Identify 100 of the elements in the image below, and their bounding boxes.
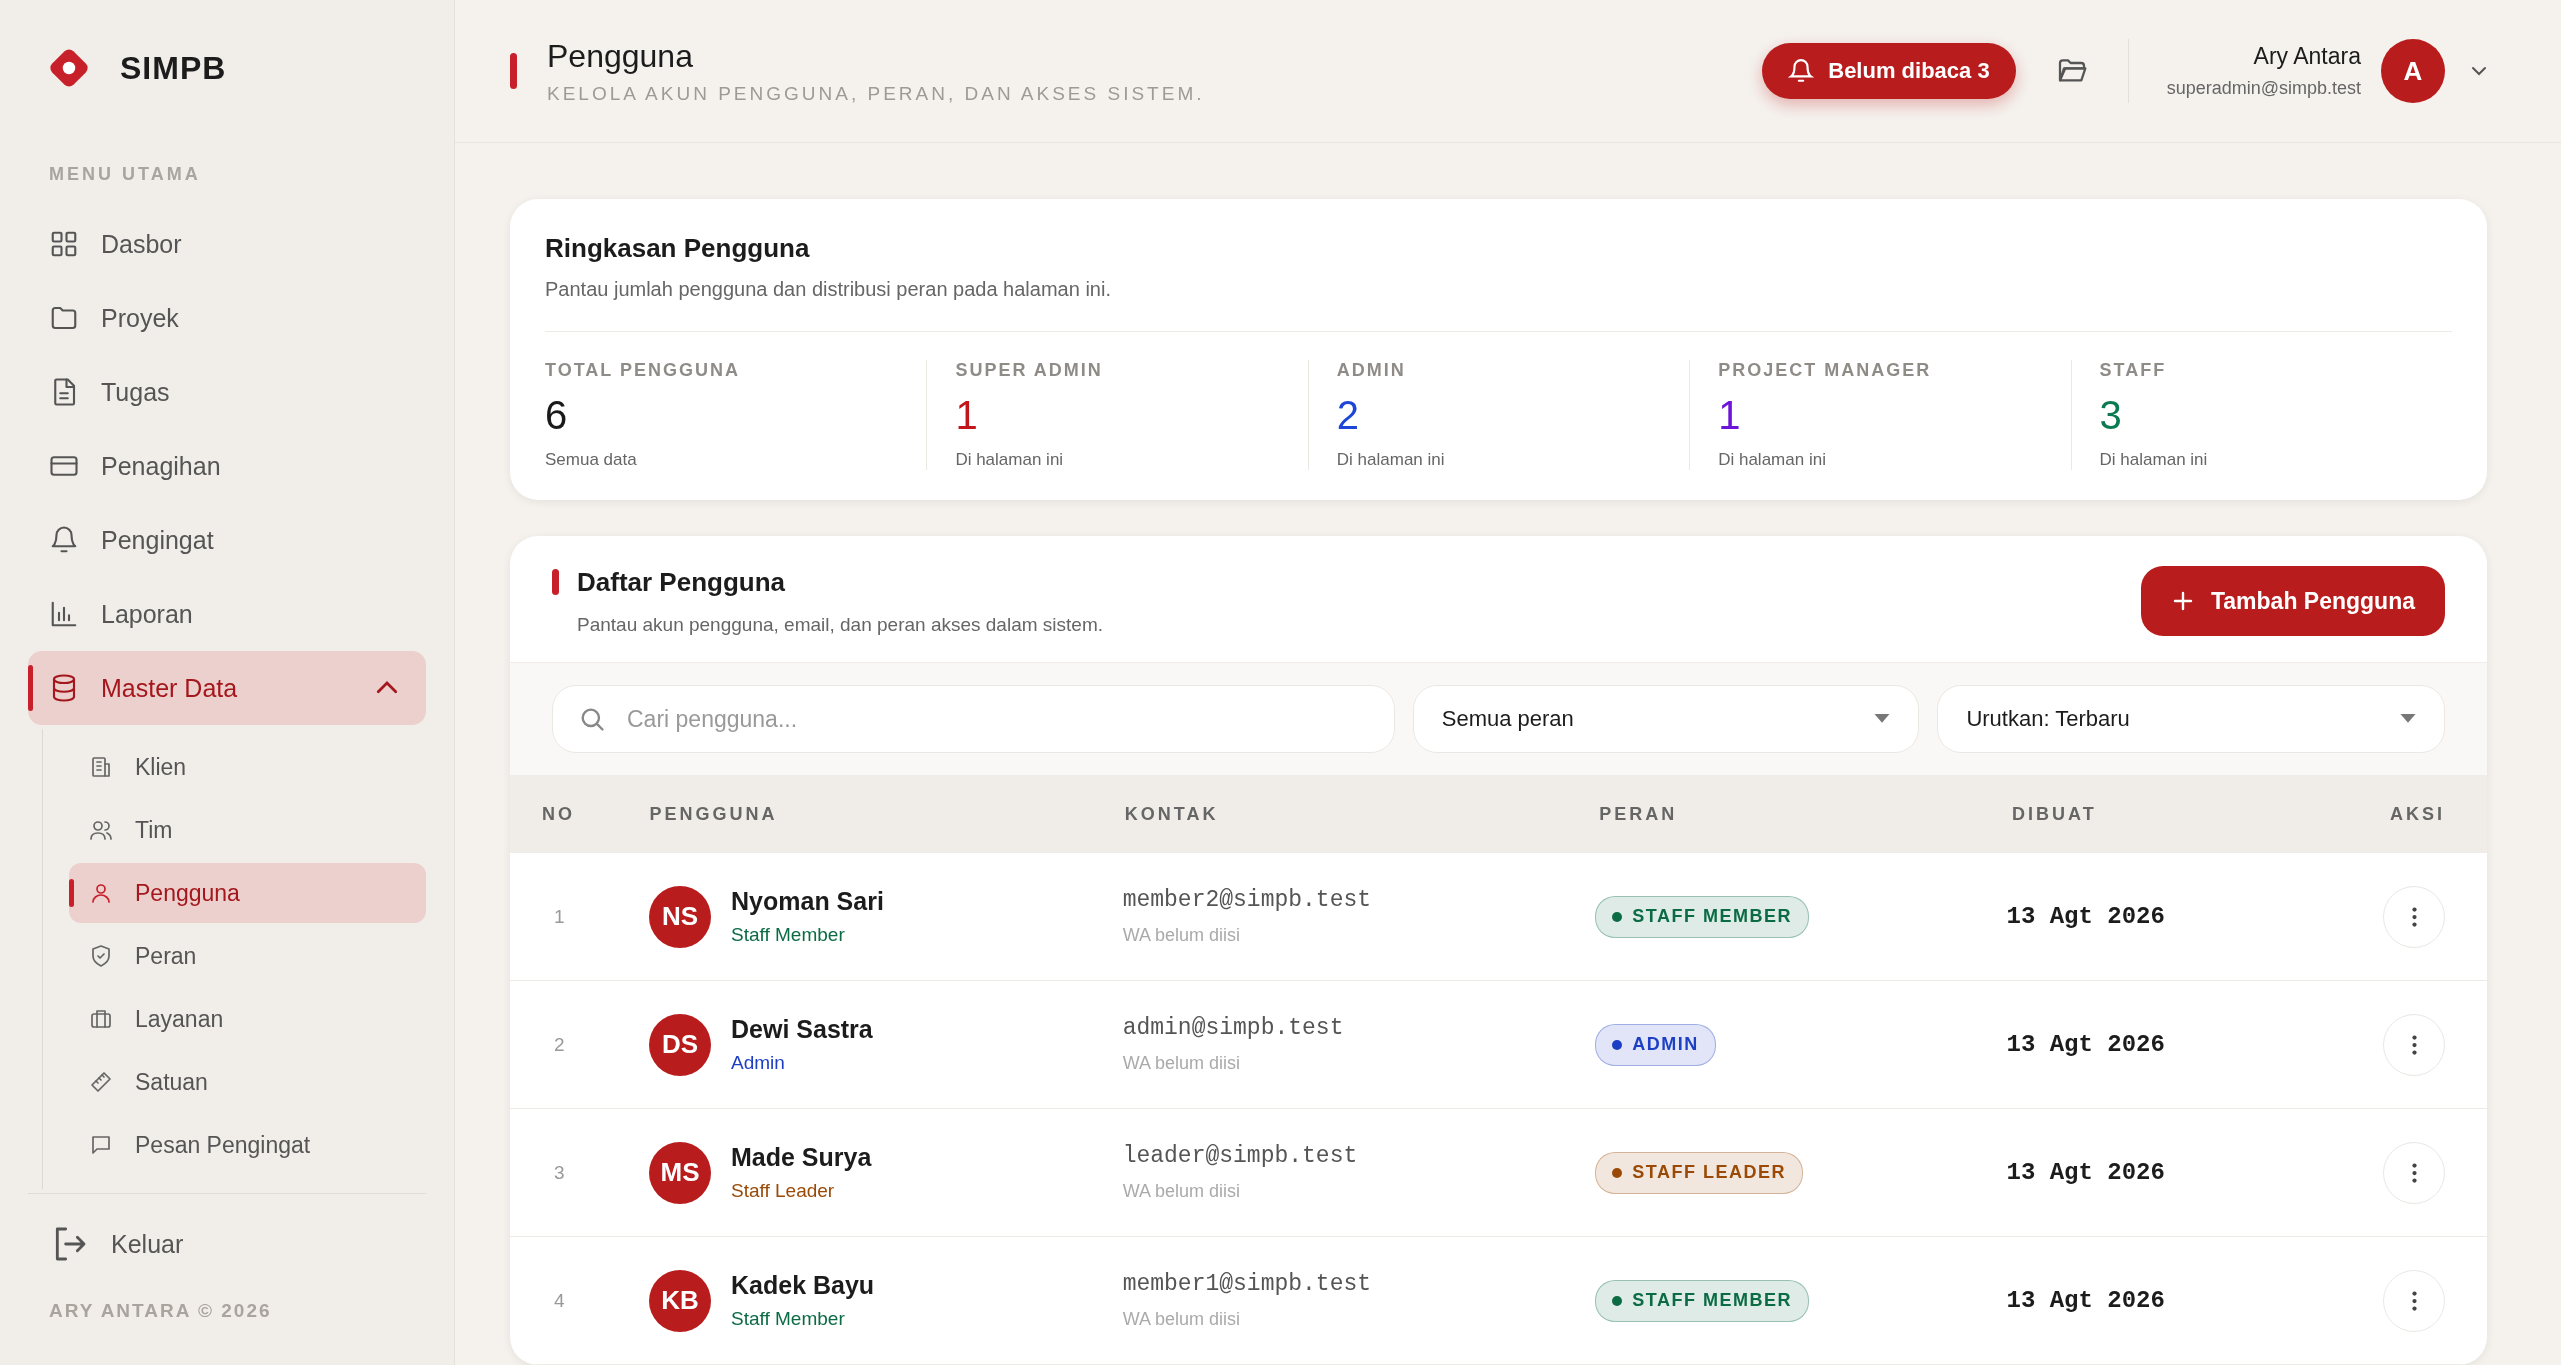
row-number: 1 [553, 905, 565, 927]
sidebar-subitem[interactable]: Tim [69, 800, 426, 860]
sidebar-item[interactable]: Proyek [28, 281, 426, 355]
created-date: 13 Agt 2026 [2006, 1287, 2165, 1314]
user-role: Staff Member [731, 924, 846, 946]
chat-icon [89, 1133, 113, 1157]
user-phone: WA belum diisi [1122, 1053, 1241, 1074]
created-date: 13 Agt 2026 [2006, 1031, 2165, 1058]
sidebar-subitem[interactable]: Peran [69, 926, 426, 986]
stat-value: 1 [955, 393, 979, 438]
user-email: superadmin@simpb.test [2166, 78, 2361, 99]
user-email: member1@simpb.test [1122, 1271, 1373, 1297]
sidebar-subitem[interactable]: Pengguna [69, 863, 426, 923]
more-icon [2411, 1162, 2417, 1183]
user-role: Admin [731, 1052, 786, 1074]
brand-name: SIMPB [120, 49, 227, 87]
user-name: Made Surya [731, 1143, 872, 1172]
card-title: Daftar Pengguna [577, 566, 786, 598]
role-badge: STAFF MEMBER [1595, 1279, 1809, 1322]
row-number: 4 [553, 1289, 565, 1311]
stat-value: 6 [545, 393, 569, 438]
logout-item[interactable]: Keluar [28, 1194, 426, 1294]
stat-value: 2 [1336, 393, 1361, 438]
user-phone: WA belum diisi [1122, 1181, 1241, 1202]
bell-icon [49, 525, 79, 555]
footer-text: ARY ANTARA © 2026 [48, 1300, 273, 1322]
role-filter-dropdown[interactable]: Semua peran [1412, 685, 1920, 753]
sidebar-subitem[interactable]: Layanan [69, 989, 426, 1049]
sidebar-item[interactable]: Dasbor [28, 207, 426, 281]
column-header: KONTAK [1124, 803, 1219, 824]
column-header: NO [542, 803, 575, 824]
user-avatar: MS [649, 1141, 711, 1204]
sidebar-item[interactable]: Tugas [28, 355, 426, 429]
stat-label: TOTAL PENGGUNA [545, 360, 741, 381]
row-number: 2 [553, 1033, 565, 1055]
stat-label: SUPER ADMIN [955, 360, 1104, 381]
sidebar-subitem[interactable]: Klien [69, 737, 426, 797]
user-avatar: KB [649, 1269, 711, 1332]
stat-value: 1 [1718, 393, 1742, 438]
user-name: Dewi Sastra [731, 1015, 873, 1044]
card-title: Ringkasan Pengguna [545, 233, 811, 264]
users-icon [89, 818, 113, 842]
stat-note: Di halaman ini [955, 450, 1065, 470]
stat-note: Di halaman ini [2099, 450, 2209, 470]
ruler-icon [89, 1070, 113, 1094]
shield-icon [89, 944, 113, 968]
sidebar-subitem[interactable]: Pesan Pengingat [69, 1115, 426, 1175]
role-badge: ADMIN [1595, 1023, 1716, 1066]
user-name: Ary Antara [2252, 43, 2361, 70]
user-email: leader@simpb.test [1122, 1143, 1359, 1169]
user-name: Nyoman Sari [731, 887, 884, 916]
page-title: Pengguna [547, 37, 694, 75]
sidebar-item[interactable]: Penagihan [28, 429, 426, 503]
role-badge: STAFF MEMBER [1595, 895, 1809, 938]
stat-note: Semua data [545, 450, 638, 470]
user-email: member2@simpb.test [1122, 887, 1373, 913]
menu-section-label: MENU UTAMA [48, 163, 202, 186]
more-icon [2411, 906, 2417, 927]
column-header: AKSI [2390, 803, 2445, 825]
user-icon [89, 881, 113, 905]
user-avatar: DS [649, 1013, 711, 1076]
stat-label: ADMIN [1336, 360, 1407, 381]
dropdown-caret-icon [2400, 714, 2416, 724]
sidebar-item[interactable]: Master Data [28, 651, 426, 725]
grid-icon [49, 229, 79, 259]
user-role: Staff Member [731, 1308, 846, 1330]
page-subtitle: KELOLA AKUN PENGGUNA, PERAN, DAN AKSES SISTEM. [547, 82, 1205, 105]
briefcase-icon [89, 1007, 113, 1031]
stat-label: PROJECT MANAGER [1718, 360, 1933, 381]
add-user-button[interactable]: Tambah Pengguna [2140, 566, 2445, 636]
user-name: Kadek Bayu [731, 1271, 875, 1300]
column-header: DIBUAT [2012, 803, 2097, 824]
sort-dropdown[interactable]: Urutkan: Terbaru [1937, 685, 2445, 753]
user-role: Staff Leader [731, 1180, 836, 1202]
sidebar-item[interactable]: Laporan [28, 577, 426, 651]
card-description: Pantau jumlah pengguna dan distribusi peran pada halaman ini. [545, 278, 2452, 332]
sidebar-subitem[interactable]: Satuan [69, 1052, 426, 1112]
more-icon [2411, 1034, 2417, 1055]
user-avatar[interactable]: A [2381, 39, 2445, 103]
column-header: PENGGUNA [649, 803, 778, 825]
notification-button[interactable]: Belum dibaca 3 [1762, 43, 2016, 99]
row-number: 3 [553, 1161, 565, 1183]
sidebar-item[interactable]: Pengingat [28, 503, 426, 577]
search-field[interactable]: Cari pengguna... [552, 685, 1395, 753]
stat-note: Di halaman ini [1718, 450, 1827, 470]
bell-icon [1788, 58, 1815, 84]
column-header: PERAN [1599, 803, 1678, 824]
accent-bar [510, 53, 517, 89]
more-icon [2411, 1290, 2417, 1311]
user-email: admin@simpb.test [1122, 1015, 1345, 1041]
dropdown-caret-icon [1874, 714, 1891, 724]
created-date: 13 Agt 2026 [2006, 903, 2165, 930]
stat-value: 3 [2099, 393, 2123, 438]
user-phone: WA belum diisi [1122, 925, 1241, 946]
user-phone: WA belum diisi [1122, 1309, 1241, 1330]
chart-icon [49, 599, 79, 629]
user-avatar: NS [649, 885, 711, 948]
created-date: 13 Agt 2026 [2006, 1159, 2165, 1186]
stat-note: Di halaman ini [1336, 450, 1446, 470]
card-description: Pantau akun pengguna, email, dan peran akses dalam sistem. [577, 613, 1103, 636]
